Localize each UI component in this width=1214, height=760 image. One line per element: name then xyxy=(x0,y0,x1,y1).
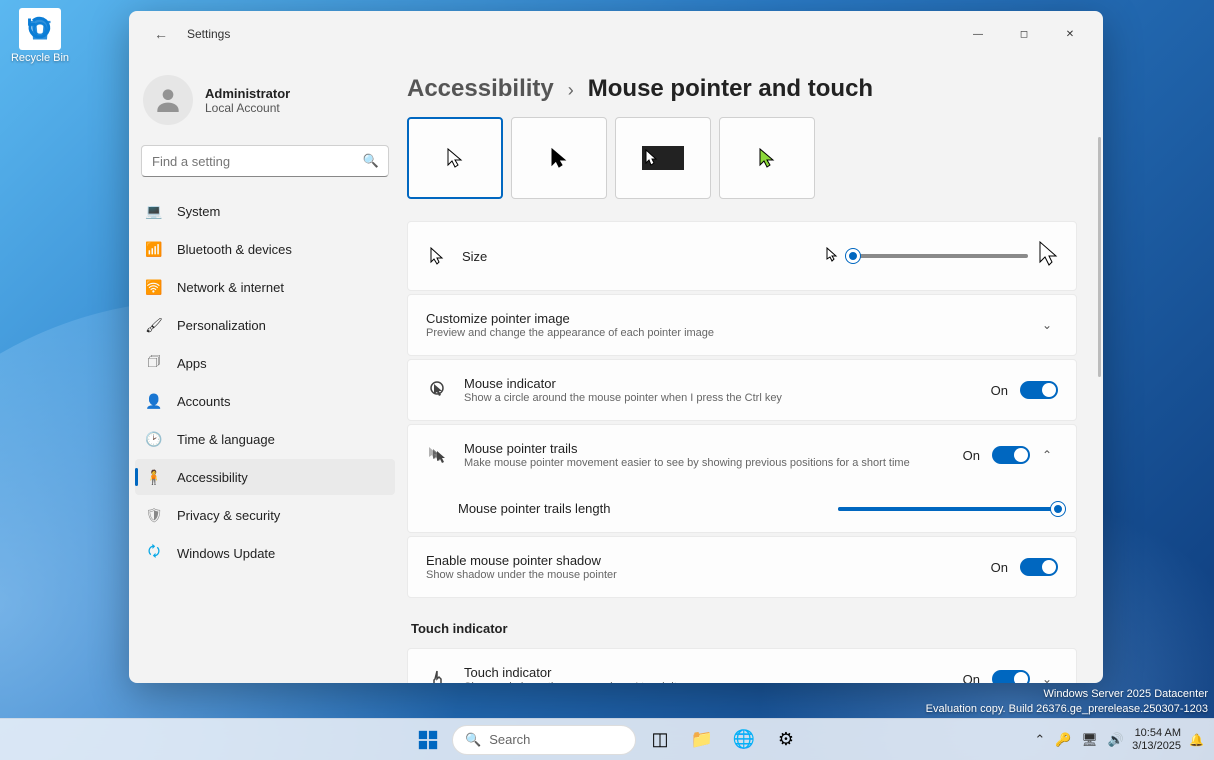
size-slider[interactable] xyxy=(848,254,1028,258)
pointer-style-inverted[interactable] xyxy=(615,117,711,199)
nav-apps[interactable]: 🗇Apps xyxy=(135,345,395,381)
nav-personalization[interactable]: 🖌Personalization xyxy=(135,307,395,343)
person-icon: 👤 xyxy=(145,392,163,410)
close-button[interactable]: ✕ xyxy=(1047,18,1093,50)
tray-network-icon[interactable]: 🖥 xyxy=(1081,732,1098,748)
size-card: Size xyxy=(407,221,1077,291)
chevron-down-icon[interactable]: ⌄ xyxy=(1042,672,1058,683)
trails-length-row: Mouse pointer trails length xyxy=(408,485,1076,532)
recycle-bin-icon xyxy=(19,8,61,50)
back-button[interactable]: ← xyxy=(145,18,177,50)
tray-volume-icon[interactable]: 🔊 xyxy=(1108,732,1124,748)
chevron-right-icon: › xyxy=(568,80,574,101)
profile-type: Local Account xyxy=(205,101,290,115)
start-button[interactable] xyxy=(410,722,446,758)
nav-network[interactable]: 🛜Network & internet xyxy=(135,269,395,305)
update-icon: 🗘 xyxy=(145,544,163,562)
apps-icon: 🗇 xyxy=(145,354,163,372)
maximize-button[interactable]: ◻ xyxy=(1001,18,1047,50)
indicator-icon xyxy=(426,380,448,400)
sidebar: Administrator Local Account 🔍 💻System 📶B… xyxy=(129,57,407,683)
tray-clock[interactable]: 10:54 AM 3/13/2025 xyxy=(1132,727,1181,752)
accessibility-icon: 🧍 xyxy=(145,468,163,486)
touch-toggle[interactable] xyxy=(992,670,1030,683)
trails-card: Mouse pointer trails Make mouse pointer … xyxy=(407,424,1077,533)
taskbar: 🔍 Search ◫ 📁 🌐 ⚙ ⌃ 🔑 🖥 🔊 10:54 AM 3/13/2… xyxy=(0,718,1214,760)
minimize-button[interactable]: ― xyxy=(955,18,1001,50)
profile-name: Administrator xyxy=(205,86,290,101)
clock-icon: 🕑 xyxy=(145,430,163,448)
task-view-icon[interactable]: ◫ xyxy=(642,722,678,758)
tray-security-icon[interactable]: 🔑 xyxy=(1055,732,1071,748)
nav-bluetooth[interactable]: 📶Bluetooth & devices xyxy=(135,231,395,267)
titlebar: ← Settings ― ◻ ✕ xyxy=(129,11,1103,57)
breadcrumb-current: Mouse pointer and touch xyxy=(588,75,873,103)
touch-icon xyxy=(426,669,448,683)
watermark: Windows Server 2025 Datacenter Evaluatio… xyxy=(926,687,1208,716)
system-icon: 💻 xyxy=(145,202,163,220)
nav-accounts[interactable]: 👤Accounts xyxy=(135,383,395,419)
pointer-style-custom[interactable] xyxy=(719,117,815,199)
shadow-toggle[interactable] xyxy=(1020,558,1058,576)
system-tray: ⌃ 🔑 🖥 🔊 10:54 AM 3/13/2025 🔔 xyxy=(1034,727,1214,752)
settings-taskbar-icon[interactable]: ⚙ xyxy=(768,722,804,758)
pointer-style-row xyxy=(407,117,1077,199)
nav-update[interactable]: 🗘Windows Update xyxy=(135,535,395,571)
cursor-large-icon xyxy=(1038,240,1058,272)
size-label: Size xyxy=(462,249,487,264)
recycle-bin-label: Recycle Bin xyxy=(10,52,70,64)
touch-section-header: Touch indicator xyxy=(407,601,1077,648)
content: Accessibility › Mouse pointer and touch xyxy=(407,57,1103,683)
trails-length-slider[interactable] xyxy=(838,507,1058,511)
pointer-style-black[interactable] xyxy=(511,117,607,199)
search-icon: 🔍 xyxy=(363,153,379,169)
tray-chevron-icon[interactable]: ⌃ xyxy=(1034,732,1045,748)
bluetooth-icon: 📶 xyxy=(145,240,163,258)
nav-time[interactable]: 🕑Time & language xyxy=(135,421,395,457)
nav-accessibility[interactable]: 🧍Accessibility xyxy=(135,459,395,495)
search-container: 🔍 xyxy=(141,145,389,177)
touch-card: Touch indicator Show a circle on the scr… xyxy=(407,648,1077,683)
wifi-icon: 🛜 xyxy=(145,278,163,296)
search-icon: 🔍 xyxy=(465,732,481,748)
indicator-card: Mouse indicator Show a circle around the… xyxy=(407,359,1077,421)
trails-toggle[interactable] xyxy=(992,446,1030,464)
taskbar-search[interactable]: 🔍 Search xyxy=(452,725,636,755)
shield-icon: 🛡 xyxy=(145,506,163,524)
explorer-icon[interactable]: 📁 xyxy=(684,722,720,758)
cursor-small-icon xyxy=(826,247,838,265)
indicator-toggle[interactable] xyxy=(1020,381,1058,399)
customize-card[interactable]: Customize pointer image Preview and chan… xyxy=(407,294,1077,356)
chevron-up-icon[interactable]: ⌃ xyxy=(1042,448,1058,462)
nav: 💻System 📶Bluetooth & devices 🛜Network & … xyxy=(135,193,395,571)
profile-block[interactable]: Administrator Local Account xyxy=(135,57,395,145)
brush-icon: 🖌 xyxy=(145,316,163,334)
shadow-card: Enable mouse pointer shadow Show shadow … xyxy=(407,536,1077,598)
cursor-icon xyxy=(426,246,448,266)
settings-window: ← Settings ― ◻ ✕ Administrator Local Acc… xyxy=(129,11,1103,683)
notifications-icon[interactable]: 🔔 xyxy=(1189,733,1204,747)
recycle-bin-shortcut[interactable]: Recycle Bin xyxy=(10,8,70,64)
pointer-style-white[interactable] xyxy=(407,117,503,199)
search-input[interactable] xyxy=(141,145,389,177)
avatar xyxy=(143,75,193,125)
nav-privacy[interactable]: 🛡Privacy & security xyxy=(135,497,395,533)
window-title: Settings xyxy=(187,27,230,41)
breadcrumb-parent[interactable]: Accessibility xyxy=(407,75,554,103)
chevron-down-icon: ⌄ xyxy=(1042,318,1058,332)
nav-system[interactable]: 💻System xyxy=(135,193,395,229)
breadcrumb: Accessibility › Mouse pointer and touch xyxy=(407,57,1077,117)
scrollbar[interactable] xyxy=(1098,137,1101,377)
trails-icon xyxy=(426,445,448,465)
edge-icon[interactable]: 🌐 xyxy=(726,722,762,758)
